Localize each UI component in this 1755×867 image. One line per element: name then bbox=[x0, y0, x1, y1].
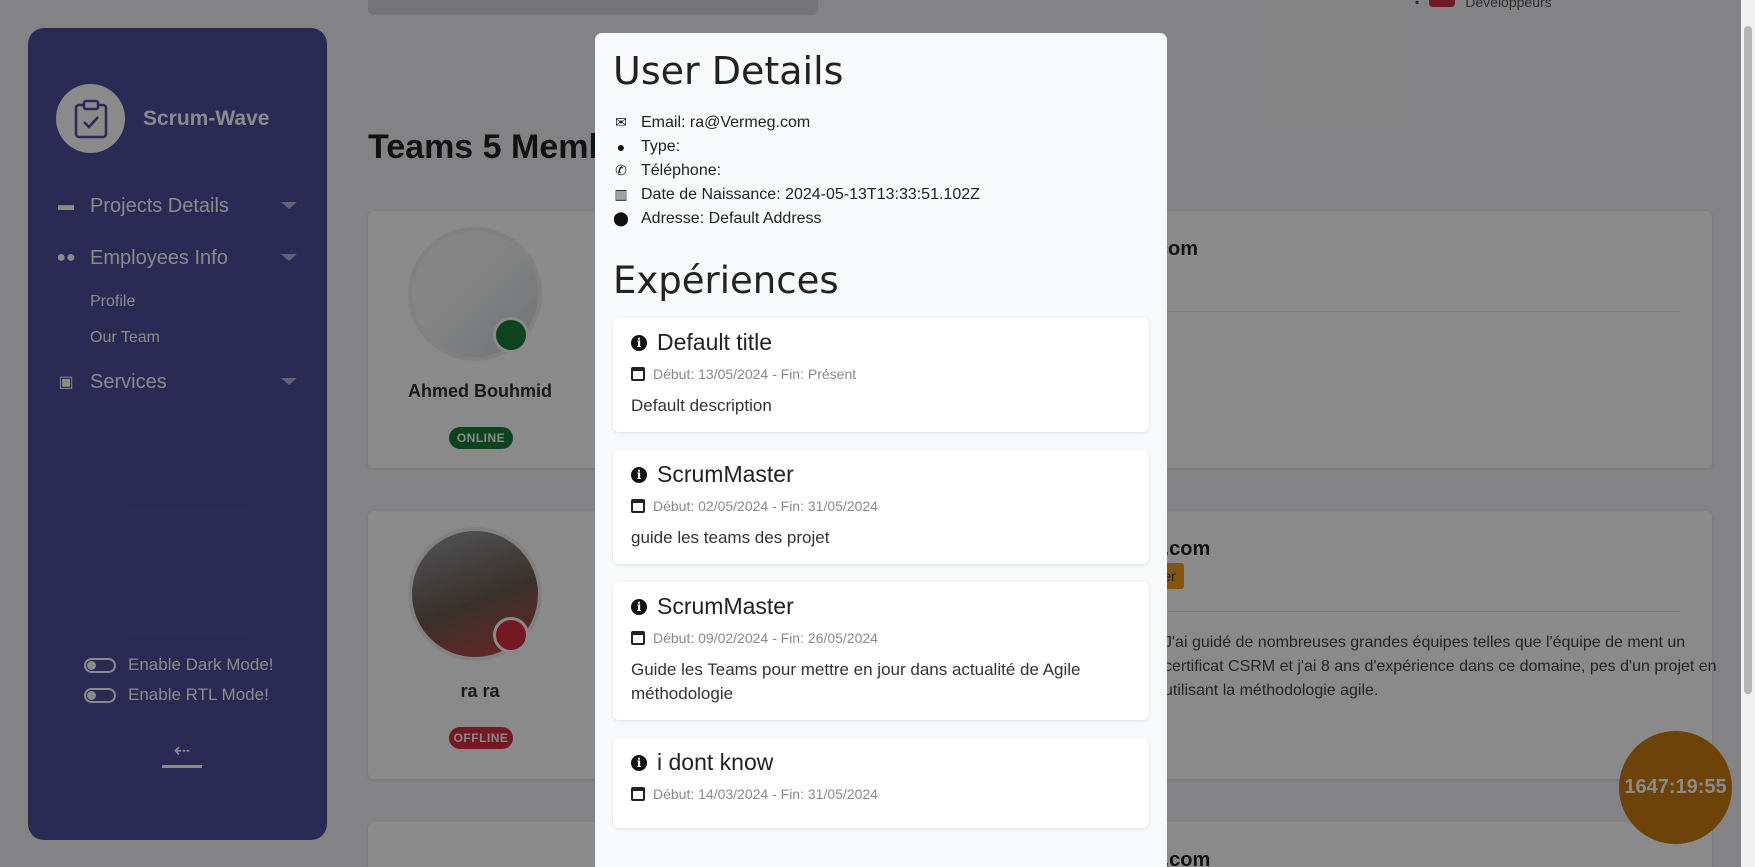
info-icon: i bbox=[631, 598, 647, 615]
birthdate-row: ▥ Date de Naissance: 2024-05-13T13:33:51… bbox=[613, 183, 1149, 207]
experiences-heading: Expériences bbox=[613, 258, 839, 302]
calendar-icon bbox=[631, 786, 645, 801]
birthdate-text: Date de Naissance: 2024-05-13T13:33:51.1… bbox=[641, 185, 980, 203]
email-text: Email: ra@Vermeg.com bbox=[641, 113, 811, 131]
map-marker-icon: ⬤ bbox=[613, 210, 629, 227]
experience-description: guide les teams des projet bbox=[631, 527, 830, 547]
experience-card: i i dont know Début: 14/03/2024 - Fin: 31… bbox=[613, 737, 1149, 828]
user-icon: ● bbox=[616, 138, 626, 155]
experience-card: i ScrumMaster Début: 02/05/2024 - Fin: 31… bbox=[613, 449, 1149, 564]
scrollbar[interactable] bbox=[1741, 0, 1755, 867]
experience-description: Default description bbox=[631, 395, 772, 415]
address-text: Adresse: Default Address bbox=[641, 209, 822, 227]
phone-text: Téléphone: bbox=[641, 161, 722, 179]
modal-title: User Details bbox=[613, 49, 844, 93]
experience-title: ScrumMaster bbox=[657, 461, 794, 488]
info-icon: i bbox=[631, 754, 647, 771]
experience-description: Guide les Teams pour mettre en jour dans… bbox=[631, 659, 1081, 703]
experience-dates: Début: 09/02/2024 - Fin: 26/05/2024 bbox=[653, 629, 878, 646]
experience-dates: Début: 02/05/2024 - Fin: 31/05/2024 bbox=[653, 497, 878, 514]
experience-card: i ScrumMaster Début: 09/02/2024 - Fin: 26… bbox=[613, 581, 1149, 720]
experience-card: i Default title Début: 13/05/2024 - Fin: … bbox=[613, 317, 1149, 432]
scrollbar-thumb[interactable] bbox=[1744, 26, 1752, 694]
phone-row: ✆ Téléphone: bbox=[613, 159, 1149, 183]
calendar-icon bbox=[631, 630, 645, 645]
address-row: ⬤ Adresse: Default Address bbox=[613, 207, 1149, 231]
info-icon: i bbox=[631, 466, 647, 483]
info-icon: i bbox=[631, 334, 647, 351]
envelope-icon: ✉ bbox=[615, 114, 627, 131]
user-details-modal: User Details ✉ Email: ra@Vermeg.com ● Ty… bbox=[595, 33, 1167, 867]
birthday-cake-icon: ▥ bbox=[614, 186, 628, 203]
type-row: ● Type: bbox=[613, 135, 1149, 159]
experience-title: i dont know bbox=[657, 749, 774, 776]
phone-icon: ✆ bbox=[615, 162, 627, 179]
calendar-icon bbox=[631, 366, 645, 381]
type-text: Type: bbox=[641, 137, 681, 155]
experience-title: Default title bbox=[657, 329, 773, 356]
experience-dates: Début: 13/05/2024 - Fin: Présent bbox=[653, 365, 857, 382]
experience-title: ScrumMaster bbox=[657, 593, 794, 620]
email-row: ✉ Email: ra@Vermeg.com bbox=[613, 111, 1149, 135]
calendar-icon bbox=[631, 498, 645, 513]
experience-dates: Début: 14/03/2024 - Fin: 31/05/2024 bbox=[653, 785, 878, 802]
